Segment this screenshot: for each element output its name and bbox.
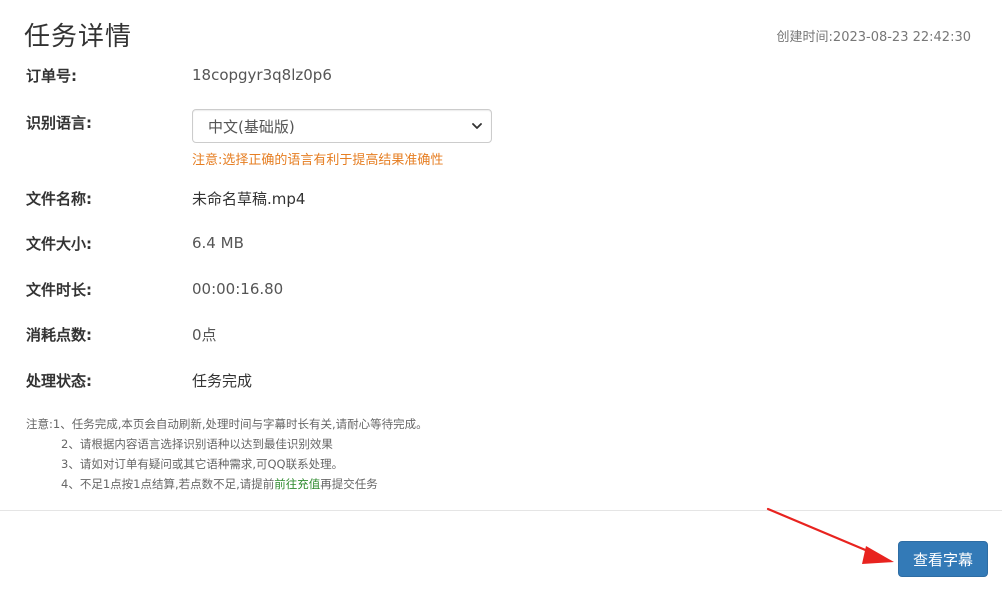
note-line-4-prefix: 4、不足1点按1点结算,若点数不足,请提前 (61, 477, 275, 491)
order-no-value: 18copgyr3q8lz0p6 (192, 66, 332, 84)
file-name-label: 文件名称: (26, 189, 92, 208)
language-hint: 注意:选择正确的语言有利于提高结果准确性 (192, 153, 444, 168)
file-size-label: 文件大小: (26, 234, 92, 253)
arrow-icon (766, 507, 894, 564)
language-select[interactable]: 中文(基础版) (192, 109, 492, 143)
duration-row: 文件时长: 00:00:16.80 (26, 277, 283, 301)
status-row: 处理状态: 任务完成 (26, 368, 252, 392)
order-no-row: 订单号: 18copgyr3q8lz0p6 (26, 63, 332, 87)
order-no-label: 订单号: (26, 66, 77, 85)
points-value: 0点 (192, 325, 217, 344)
language-label: 识别语言: (26, 113, 92, 132)
file-size-row: 文件大小: 6.4 MB (26, 231, 244, 255)
note-line-3: 3、请如对订单有疑问或其它语种需求,可QQ联系处理。 (61, 457, 344, 471)
language-row: 识别语言: (26, 110, 192, 134)
created-time-value: 2023-08-23 22:42:30 (832, 30, 971, 45)
view-subtitles-button[interactable]: 查看字幕 (898, 541, 988, 577)
points-row: 消耗点数: 0点 (26, 322, 217, 346)
file-name-row: 文件名称: 未命名草稿.mp4 (26, 186, 305, 210)
note-line-1: 注意:1、任务完成,本页会自动刷新,处理时间与字幕时长有关,请耐心等待完成。 (26, 417, 428, 431)
status-label: 处理状态: (26, 371, 92, 390)
points-label: 消耗点数: (26, 325, 92, 344)
chevron-down-icon (471, 120, 483, 132)
duration-value: 00:00:16.80 (192, 280, 284, 298)
created-time: 创建时间:2023-08-23 22:42:30 (777, 26, 971, 45)
note-line-4: 4、不足1点按1点结算,若点数不足,请提前前往充值再提交任务 (26, 474, 428, 494)
file-size-value: 6.4 MB (192, 234, 244, 252)
note-line-4-suffix: 再提交任务 (320, 477, 378, 491)
page-title: 任务详情 (24, 22, 133, 52)
notes: 注意:1、任务完成,本页会自动刷新,处理时间与字幕时长有关,请耐心等待完成。 2… (26, 414, 428, 494)
file-name-value: 未命名草稿.mp4 (192, 189, 306, 208)
note-line-2: 2、请根据内容语言选择识别语种以达到最佳识别效果 (61, 437, 333, 451)
language-select-value: 中文(基础版) (208, 117, 295, 136)
status-value: 任务完成 (192, 371, 253, 390)
recharge-link[interactable]: 前往充值 (274, 477, 320, 491)
duration-label: 文件时长: (26, 280, 92, 299)
created-time-label: 创建时间: (776, 30, 833, 45)
